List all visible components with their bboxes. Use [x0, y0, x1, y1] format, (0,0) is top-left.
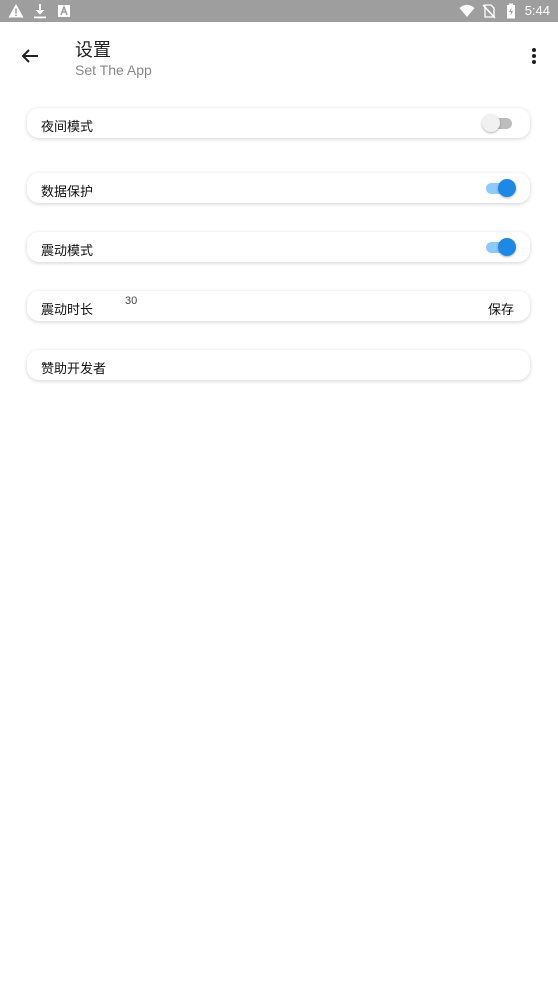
save-button[interactable]: 保存 [488, 299, 514, 318]
wifi-icon [459, 3, 475, 19]
setting-vibration-duration: 震动时长 30 保存 [27, 291, 530, 321]
a-box-icon [56, 3, 72, 19]
night-mode-switch[interactable] [482, 114, 518, 132]
more-vert-icon [532, 48, 536, 64]
vibration-mode-switch[interactable] [482, 238, 518, 256]
app-bar: 设置 Set The App [0, 22, 558, 86]
page-title: 设置 [75, 40, 111, 60]
battery-icon [503, 3, 519, 19]
setting-vibration-mode: 震动模式 [27, 232, 530, 262]
page-subtitle: Set The App [75, 62, 152, 78]
vibration-mode-label: 震动模式 [41, 243, 94, 258]
warning-icon [8, 3, 24, 19]
setting-night-mode: 夜间模式 [27, 108, 530, 138]
overflow-menu-button[interactable] [522, 42, 546, 70]
download-icon [32, 3, 48, 19]
vibration-duration-input[interactable]: 30 [125, 295, 137, 307]
arrow-back-icon [21, 49, 38, 63]
setting-sponsor[interactable]: 赞助开发者 [27, 350, 530, 380]
no-sim-icon [481, 3, 497, 19]
setting-data-protection: 数据保护 [27, 173, 530, 203]
data-protection-label: 数据保护 [41, 184, 94, 199]
vibration-duration-label: 震动时长 [41, 302, 94, 317]
sponsor-label: 赞助开发者 [41, 361, 107, 376]
switch-thumb [498, 238, 516, 256]
switch-thumb [498, 179, 516, 197]
status-time: 5:44 [524, 3, 550, 18]
status-bar-left-icons [8, 3, 72, 19]
data-protection-switch[interactable] [482, 179, 518, 197]
back-button[interactable] [16, 42, 46, 72]
night-mode-label: 夜间模式 [41, 119, 94, 134]
status-bar-right-icons: 5:44 [459, 2, 550, 20]
status-bar: 5:44 [0, 0, 558, 22]
switch-thumb [482, 114, 500, 132]
